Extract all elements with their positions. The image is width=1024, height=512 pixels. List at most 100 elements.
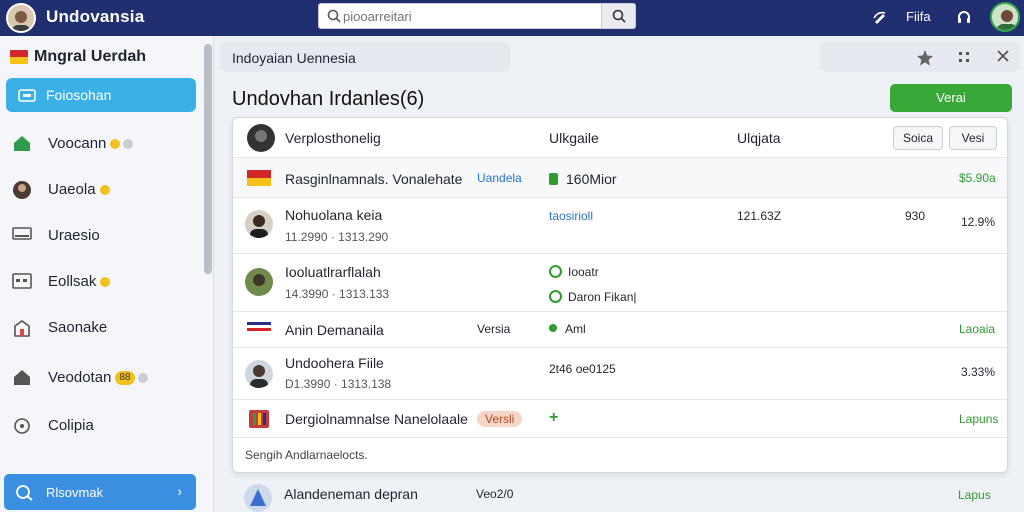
row-link: 2t46 oe0125	[549, 362, 616, 376]
row-status: Aml	[565, 322, 586, 336]
row-status: 160Mior	[566, 171, 617, 187]
check-circle-icon	[549, 265, 562, 278]
table-footer: Sengih Andlarnaelocts.	[245, 448, 368, 462]
status-dot	[137, 373, 148, 384]
table-header: Verplosthonelig Ulkgaile Ulqjata Soica V…	[233, 118, 1007, 158]
top-right-label[interactable]: Fiifa	[906, 9, 931, 24]
row-subtext: D1.3990 · 1313.138	[285, 377, 392, 391]
table-row[interactable]: Iooluatlrarflalah 14.3990 · 1313.133 Ioo…	[233, 254, 1007, 312]
profile-avatar[interactable]	[990, 2, 1020, 32]
grid-icon[interactable]	[956, 49, 972, 65]
sidebar-item-active[interactable]: Foiosohan	[6, 78, 196, 112]
row-value: Lapus	[958, 488, 991, 502]
row-value: 12.9%	[961, 215, 996, 229]
status-dot	[549, 324, 557, 332]
row-value: Laoaia	[959, 322, 996, 336]
sidebar-brand: Mngral Uerdah	[10, 48, 146, 66]
app-title: Undovansia	[46, 7, 145, 26]
breadcrumb[interactable]: Indoyaian Uennesia	[220, 42, 510, 72]
flag-icon	[247, 170, 271, 186]
sidebar-item-veodotan[interactable]: Veodotan 88	[12, 366, 192, 390]
toolbar	[820, 42, 1020, 72]
monitor-icon	[12, 227, 32, 240]
row-subtext: Veo2/0	[476, 487, 514, 501]
sidebar-item-label: Saonake	[48, 319, 108, 336]
row-status-2: Daron Fikan|	[568, 290, 637, 304]
sidebar-item-label: Eollsak	[48, 273, 97, 290]
row-value: Lapuns	[959, 412, 999, 426]
row-status: Iooatr	[568, 265, 599, 279]
house-icon	[14, 370, 30, 385]
row-name: Nohuolana keia	[285, 207, 383, 223]
building-icon	[14, 320, 30, 337]
sidebar-item-voocann[interactable]: Voocann	[12, 132, 192, 156]
row-name: Alandeneman depran	[284, 486, 418, 502]
sidebar-bottom-item[interactable]: Rlsovmak ›	[4, 474, 196, 510]
sidebar: Mngral Uerdah Foiosohan Voocann Uaeola U…	[0, 36, 214, 512]
status-dot	[123, 139, 134, 150]
flag-icon	[247, 322, 271, 331]
row-name: Rasginlnamnals. Vonalehate	[285, 171, 463, 187]
primary-button[interactable]: Verai	[890, 84, 1012, 112]
sidebar-item-uaeola[interactable]: Uaeola	[12, 178, 192, 202]
avatar	[245, 268, 273, 296]
close-icon[interactable]	[996, 49, 1010, 63]
avatar	[245, 210, 273, 238]
search-input[interactable]	[343, 6, 598, 26]
search-icon	[327, 9, 341, 23]
column-header[interactable]: Verplosthonelig	[285, 130, 381, 146]
data-table: Verplosthonelig Ulkgaile Ulqjata Soica V…	[232, 117, 1008, 473]
star-icon[interactable]	[916, 49, 934, 67]
chevron-right-icon: ›	[177, 483, 182, 499]
table-row[interactable]: Nohuolana keia 11.2990 · 1313.290 taosir…	[233, 198, 1007, 254]
user-icon	[13, 181, 31, 199]
add-icon[interactable]: +	[549, 409, 558, 427]
page-title: Undovhan Irdanles(6)	[232, 88, 425, 110]
column-header[interactable]: Ulkgaile	[549, 130, 599, 146]
sidebar-brand-label: Mngral Uerdah	[34, 48, 147, 65]
sidebar-item-eollsak[interactable]: Eollsak	[12, 270, 192, 294]
search-button[interactable]	[601, 4, 635, 28]
row-name: Iooluatlrarflalah	[285, 264, 381, 280]
headset-icon[interactable]	[956, 9, 972, 25]
row-col3: 121.63Z	[737, 209, 782, 223]
book-icon	[249, 410, 269, 428]
notification-dot	[110, 139, 121, 150]
sidebar-item-label: Uaeola	[48, 181, 96, 198]
row-tag: Versia	[477, 322, 511, 336]
table-row[interactable]: Undoohera Fiile D1.3990 · 1313.138 2t46 …	[233, 348, 1007, 400]
column-header[interactable]: Ulqjata	[737, 130, 781, 146]
row-value: $5.90a	[959, 171, 996, 185]
status-indicator	[549, 173, 558, 185]
sidebar-item-saonake[interactable]: Saonake	[12, 316, 192, 340]
table-row[interactable]: Anin Demanaila Versia Aml Laoaia	[233, 312, 1007, 348]
sidebar-item-label: Veodotan	[48, 369, 112, 386]
row-tag-pill: Versli	[477, 411, 523, 427]
row-subtext: 11.2990 · 1313.290	[285, 230, 389, 244]
row-tag[interactable]: Uandela	[477, 171, 522, 185]
user-avatar[interactable]	[6, 3, 36, 33]
table-row[interactable]: Dergiolnamnalse Nanelolaale Versli + Lap…	[233, 400, 1007, 438]
table-row[interactable]: Rasginlnamnals. Vonalehate Uandela 160Mi…	[233, 158, 1007, 198]
avatar	[244, 484, 272, 512]
sidebar-item-uraesio[interactable]: Uraesio	[12, 224, 192, 248]
sidebar-item-label: Colipia	[48, 417, 94, 434]
flag-icon	[10, 50, 28, 64]
sidebar-scrollbar[interactable]	[204, 44, 212, 274]
header-button[interactable]: Soica	[893, 126, 943, 150]
home-icon	[14, 136, 30, 151]
breadcrumb-label: Indoyaian Uennesia	[232, 50, 356, 66]
folder-icon	[18, 89, 36, 102]
row-value: 3.33%	[961, 365, 996, 379]
row-subtext: 14.3990 · 1313.133	[285, 287, 390, 301]
sidebar-item-colipia[interactable]: Colipia	[12, 414, 192, 438]
notification-dot	[99, 185, 110, 196]
header-button[interactable]: Vesi	[949, 126, 997, 150]
top-bar: Undovansia Fiifa	[0, 0, 1024, 36]
chat-icon	[16, 485, 33, 501]
row-link[interactable]: taosirioll	[549, 209, 593, 223]
sidebar-item-label: Foiosohan	[46, 87, 112, 103]
list-item[interactable]: Alandeneman depran Veo2/0 Lapus	[232, 478, 1008, 512]
search-bar	[318, 3, 636, 29]
pen-icon[interactable]	[872, 9, 888, 25]
